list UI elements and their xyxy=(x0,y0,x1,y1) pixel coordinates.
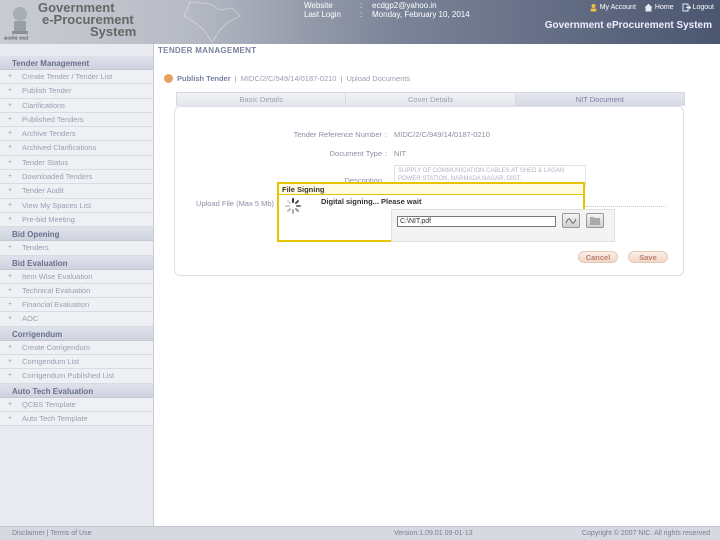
logout-label: Logout xyxy=(692,4,714,11)
brand-logo-text[interactable]: Government e-Procurement System xyxy=(38,1,137,39)
last-login-value: Monday, February 10, 2014 xyxy=(372,10,470,19)
step-tender-ref: MIDC/2/C/949/14/0187-0210 xyxy=(240,74,337,83)
sidebar-item[interactable]: Tenders xyxy=(0,241,153,256)
colon: : xyxy=(385,130,388,139)
national-emblem-icon xyxy=(12,7,28,34)
header-links: My Account Home Logout xyxy=(589,3,714,12)
step-separator: | xyxy=(234,74,237,83)
upload-label: Upload File (Max 5 Mb) xyxy=(196,199,274,208)
folder-icon xyxy=(590,217,600,225)
sidebar-item[interactable]: Create Tender / Tender List xyxy=(0,70,153,85)
sign-button[interactable] xyxy=(562,213,580,228)
cancel-button[interactable]: Cancel xyxy=(578,251,618,263)
step-upload-documents: Upload Documents xyxy=(346,74,411,83)
doc-type-label: Document Type xyxy=(329,149,382,158)
logout-icon xyxy=(682,3,691,12)
sidebar-menu: Tender ManagementCreate Tender / Tender … xyxy=(0,44,154,526)
signing-file-panel: C:\NIT.pdf xyxy=(391,209,615,242)
file-path-input[interactable]: C:\NIT.pdf xyxy=(397,216,556,227)
dialog-message: Digital signing... Please wait xyxy=(321,197,422,206)
footer-bar: Disclaimer | Terms of Use Version:1.09.0… xyxy=(0,526,720,540)
colon: : xyxy=(360,10,363,19)
header-bar: सत्यमेव जयते Government e-Procurement Sy… xyxy=(0,0,720,44)
sidebar-item[interactable]: Auto Tech Template xyxy=(0,411,153,427)
colon: : xyxy=(385,149,388,158)
sidebar-item[interactable]: AOC xyxy=(0,312,153,327)
sidebar-item[interactable]: Tender Audit xyxy=(0,184,153,199)
sidebar-section-header[interactable]: Auto Tech Evaluation xyxy=(0,383,153,398)
sidebar-section-header[interactable]: Bid Opening xyxy=(0,227,153,242)
tab-basic-details[interactable]: Basic Details xyxy=(176,92,347,106)
browse-button[interactable] xyxy=(586,213,604,228)
sidebar-item[interactable]: View My Spaces List xyxy=(0,198,153,213)
footer-version: Version:1.09.01 09-01-13 xyxy=(394,530,473,537)
india-map-icon xyxy=(183,1,241,43)
sidebar-item[interactable]: Published Tenders xyxy=(0,112,153,128)
brand-line3: System xyxy=(90,24,137,39)
my-account-link[interactable]: My Account xyxy=(589,3,636,12)
emblem-caption: सत्यमेव जयते xyxy=(4,36,29,42)
sidebar-item[interactable]: Archived Clarifications xyxy=(0,141,153,156)
page-title: TENDER MANAGEMENT xyxy=(158,46,257,55)
sidebar-item[interactable]: Corrigendum Published List xyxy=(0,369,153,384)
sidebar-section-header[interactable]: Corrigendum xyxy=(0,326,153,341)
sidebar-item[interactable]: Corrigendum List xyxy=(0,355,153,370)
logout-link[interactable]: Logout xyxy=(682,3,714,12)
save-button[interactable]: Save xyxy=(628,251,668,263)
ref-number-label: Tender Reference Number xyxy=(293,130,382,139)
ref-number-value: MIDC/2/C/949/14/0187-0210 xyxy=(394,130,490,139)
tab-bar: Basic Details Cover Details NIT Document xyxy=(176,92,685,106)
footer-copyright: Copyright © 2007 NIC. All rights reserve… xyxy=(581,530,710,537)
footer-links[interactable]: Disclaimer | Terms of Use xyxy=(12,530,91,537)
sidebar-item[interactable]: Tender Status xyxy=(0,155,153,171)
sidebar-item[interactable]: Downloaded Tenders xyxy=(0,170,153,185)
tab-cover-details[interactable]: Cover Details xyxy=(345,92,516,106)
step-separator: | xyxy=(340,74,343,83)
home-link[interactable]: Home xyxy=(644,3,674,12)
step-bullet-icon xyxy=(164,74,173,83)
tab-nit-document[interactable]: NIT Document xyxy=(514,92,685,106)
user-icon xyxy=(590,4,597,12)
home-icon xyxy=(644,3,653,12)
sidebar-item[interactable]: Item Wise Evaluation xyxy=(0,269,153,284)
sidebar-item[interactable]: Technical Evaluation xyxy=(0,283,153,299)
sidebar-section-header[interactable]: Bid Evaluation xyxy=(0,255,153,270)
colon: : xyxy=(360,1,363,10)
sidebar-item[interactable]: Pre-bid Meeting xyxy=(0,212,153,228)
sidebar-item[interactable]: Create Corrigendum xyxy=(0,340,153,356)
my-account-label: My Account xyxy=(599,4,636,11)
sidebar-item[interactable]: Financial Evaluation xyxy=(0,298,153,313)
system-title: Government eProcurement System xyxy=(544,20,712,31)
sidebar-item[interactable]: QCBS Template xyxy=(0,397,153,412)
doc-type-value: NIT xyxy=(394,149,407,158)
user-info: Website : ecdgp2@yahoo.in Last Login : M… xyxy=(304,1,470,19)
sidebar-section-header[interactable]: Tender Management xyxy=(0,56,153,70)
last-login-label: Last Login xyxy=(304,10,341,19)
loading-spinner-icon xyxy=(285,198,301,214)
sidebar-item[interactable]: Publish Tender xyxy=(0,84,153,99)
sidebar-item[interactable]: Clarifications xyxy=(0,98,153,113)
step-publish-tender[interactable]: Publish Tender xyxy=(177,74,231,83)
divider xyxy=(586,206,666,207)
sidebar-item[interactable]: Archive Tenders xyxy=(0,127,153,142)
website-label: Website xyxy=(304,1,333,10)
signature-icon xyxy=(565,218,577,224)
home-label: Home xyxy=(654,4,674,11)
dialog-title: File Signing xyxy=(279,184,583,195)
wizard-steps: Publish Tender | MIDC/2/C/949/14/0187-02… xyxy=(164,74,410,83)
sidebar-sections: Tender ManagementCreate Tender / Tender … xyxy=(0,56,153,427)
website-value: ecdgp2@yahoo.in xyxy=(372,1,437,10)
